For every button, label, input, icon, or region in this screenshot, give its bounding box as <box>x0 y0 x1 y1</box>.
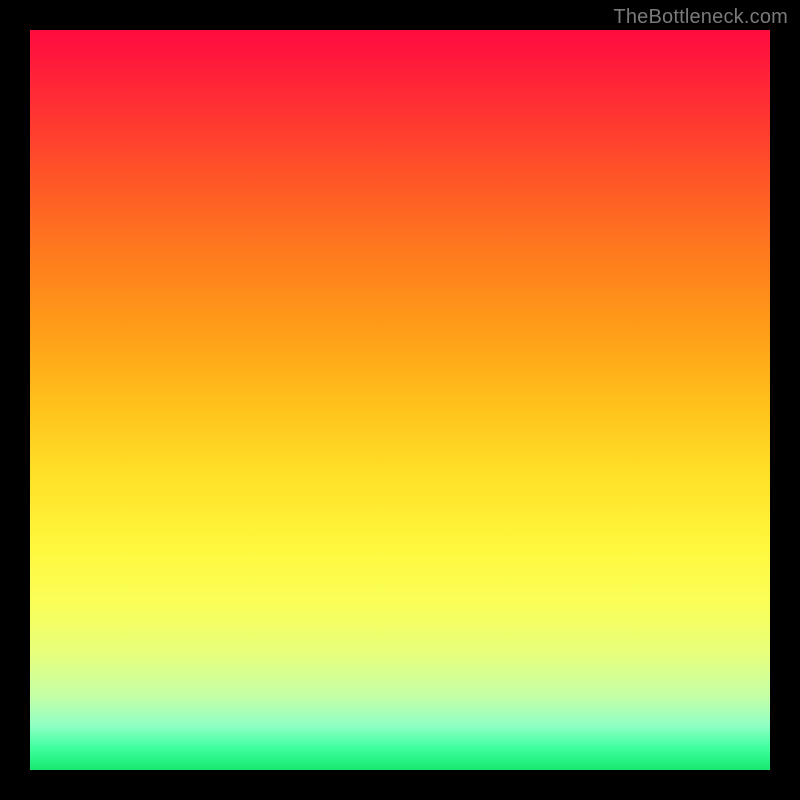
plot-area <box>30 30 770 770</box>
heat-gradient-background <box>30 30 770 770</box>
watermark-text: TheBottleneck.com <box>613 6 788 29</box>
